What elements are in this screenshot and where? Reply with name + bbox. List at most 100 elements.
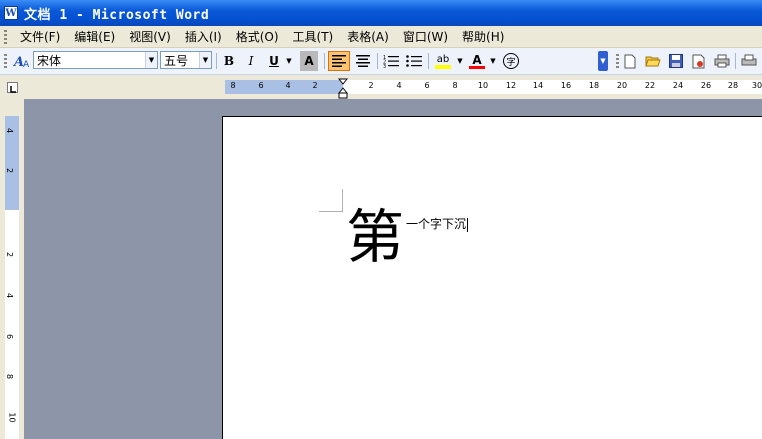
permission-button[interactable] [689, 51, 709, 71]
ruler-number: 2 [368, 81, 374, 90]
toolbar-separator [216, 53, 217, 69]
ruler-number: 28 [727, 81, 739, 90]
font-name-value: 宋体 [37, 53, 62, 68]
align-center-button[interactable] [353, 51, 373, 71]
paragraph-text[interactable]: 一个字下沉 [406, 215, 469, 232]
indent-marker-icon [337, 78, 349, 99]
highlight-icon: ab [436, 53, 450, 65]
toolbar-options-button[interactable]: ▼ [598, 51, 608, 71]
numbered-list-icon: 123 [383, 55, 399, 68]
font-name-combo[interactable]: 宋体 ▼ [33, 51, 158, 69]
new-document-button[interactable] [620, 51, 640, 71]
margin-crop-mark [342, 189, 343, 212]
save-button[interactable] [666, 51, 686, 71]
bullets-button[interactable] [404, 51, 424, 71]
font-color-button[interactable]: A [466, 51, 488, 71]
svg-text:3: 3 [383, 64, 386, 68]
enclose-icon: 字 [503, 53, 519, 69]
toolbar-separator [428, 53, 429, 69]
left-tab-icon [10, 86, 16, 93]
print-preview-button[interactable] [739, 51, 759, 71]
print-preview-icon [741, 54, 757, 66]
ruler-number: 6 [424, 81, 430, 90]
ruler-number: 2 [5, 167, 15, 174]
formatting-toolbar: AA 宋体 ▼ 五号 ▼ B I U ▼ A 123 ab ▼ A ▼ 字 ▼ [0, 48, 762, 75]
ruler-number: 4 [5, 292, 15, 299]
menu-tools[interactable]: 工具(T) [286, 28, 341, 45]
font-size-combo[interactable]: 五号 ▼ [160, 51, 212, 69]
italic-button[interactable]: I [242, 51, 260, 71]
drop-cap-character[interactable]: 第 [346, 205, 404, 269]
font-color-swatch [469, 65, 485, 69]
ruler-number: 8 [230, 81, 236, 90]
folder-open-icon [645, 56, 661, 67]
ruler-number: 12 [505, 81, 517, 90]
indent-marker[interactable] [337, 78, 349, 100]
chevron-down-icon[interactable]: ▼ [455, 51, 465, 71]
word-app-icon[interactable]: W [4, 6, 18, 20]
ruler-number: 6 [5, 333, 15, 340]
highlight-button[interactable]: ab [432, 51, 454, 71]
character-shading-button[interactable]: A [300, 51, 318, 71]
ruler-number: 16 [560, 81, 572, 90]
printer-icon [714, 54, 730, 68]
menubar-grip[interactable] [4, 29, 7, 44]
margin-crop-mark [319, 211, 342, 212]
bulleted-list-icon [406, 55, 422, 67]
toolbar-separator [324, 53, 325, 69]
permission-icon [692, 54, 705, 68]
ruler-number: 30 [751, 81, 762, 90]
align-center-icon [356, 55, 370, 67]
open-button[interactable] [643, 51, 663, 71]
horizontal-ruler[interactable]: 8 6 4 2 2 4 6 8 10 12 14 16 18 20 22 24 … [225, 80, 762, 94]
svg-text:A: A [23, 60, 30, 69]
chevron-down-icon[interactable]: ▼ [488, 51, 498, 71]
toolbar-grip[interactable] [616, 54, 619, 68]
chevron-down-icon[interactable]: ▼ [284, 51, 294, 71]
new-document-icon [624, 54, 636, 68]
ruler-number: 22 [644, 81, 656, 90]
ruler-number: 2 [312, 81, 318, 90]
ruler-number: 2 [5, 251, 15, 258]
ruler-number: 6 [258, 81, 264, 90]
align-left-button[interactable] [328, 51, 350, 71]
left-margin-area [225, 80, 343, 94]
menu-table[interactable]: 表格(A) [340, 28, 396, 45]
document-page[interactable] [222, 116, 762, 439]
ruler-number: 8 [5, 373, 15, 380]
enclose-characters-button[interactable]: 字 [501, 51, 521, 71]
ruler-number: 20 [616, 81, 628, 90]
menu-insert[interactable]: 插入(I) [178, 28, 229, 45]
toolbar-separator [735, 53, 736, 69]
menu-bar: 文件(F) 编辑(E) 视图(V) 插入(I) 格式(O) 工具(T) 表格(A… [0, 26, 762, 48]
menu-file[interactable]: 文件(F) [13, 28, 67, 45]
ruler-number: 4 [396, 81, 402, 90]
chevron-down-icon[interactable]: ▼ [199, 52, 211, 68]
save-icon [669, 54, 683, 68]
ruler-number: 24 [672, 81, 684, 90]
bold-button[interactable]: B [220, 51, 238, 71]
vertical-ruler[interactable]: 4 2 2 4 6 8 10 [5, 116, 19, 439]
menu-format[interactable]: 格式(O) [229, 28, 286, 45]
toolbar-grip[interactable] [4, 54, 7, 68]
ruler-number: 10 [7, 412, 17, 423]
menu-window[interactable]: 窗口(W) [396, 28, 455, 45]
numbering-button[interactable]: 123 [381, 51, 401, 71]
paragraph-text-content: 一个字下沉 [406, 217, 467, 231]
print-button[interactable] [712, 51, 732, 71]
menu-help[interactable]: 帮助(H) [455, 28, 511, 45]
ruler-number: 18 [588, 81, 600, 90]
menu-edit[interactable]: 编辑(E) [67, 28, 122, 45]
font-color-icon: A [472, 52, 482, 67]
ruler-number: 4 [285, 81, 291, 90]
styles-icon[interactable]: AA [12, 51, 32, 71]
align-left-icon [332, 55, 346, 67]
ruler-number: 4 [5, 127, 15, 134]
ruler-number: 10 [477, 81, 489, 90]
underline-button[interactable]: U [265, 51, 283, 71]
menu-view[interactable]: 视图(V) [122, 28, 178, 45]
chevron-down-icon[interactable]: ▼ [145, 52, 157, 68]
title-bar: W 文档 1 - Microsoft Word [0, 0, 762, 26]
tab-stop-selector[interactable] [7, 82, 18, 93]
document-paragraph[interactable]: 第 一个字下沉 [346, 205, 469, 269]
